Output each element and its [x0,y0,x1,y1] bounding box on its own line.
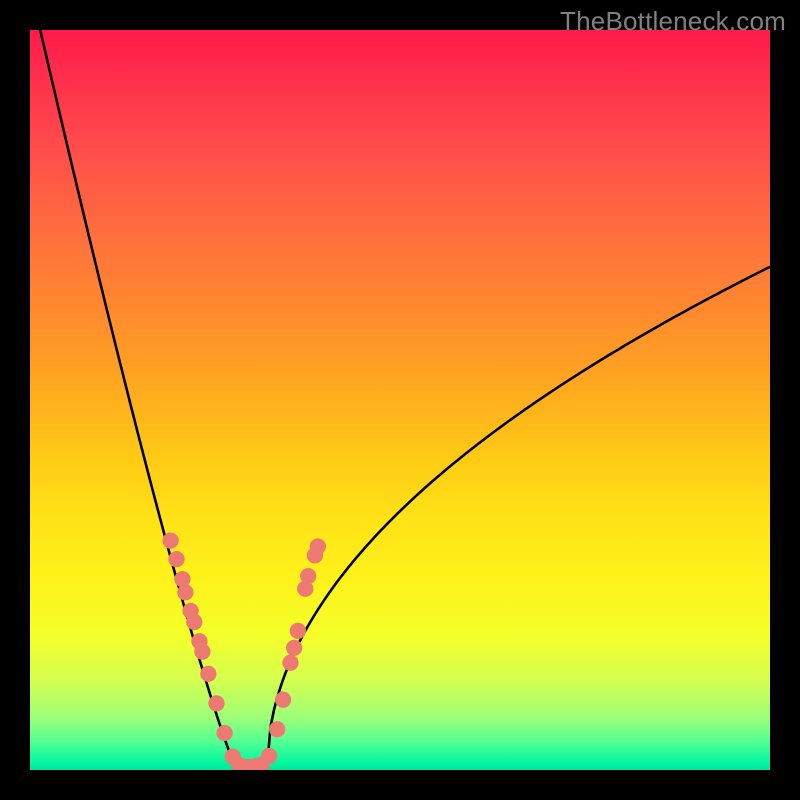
marker-point [282,655,298,671]
bottleneck-curve [30,30,770,770]
marker-point [269,721,285,737]
marker-point [286,640,302,656]
marker-point [290,623,306,639]
marker-point [261,748,277,764]
marker-group [162,532,326,770]
marker-point [300,568,316,584]
marker-point [168,551,184,567]
plot-area [30,30,770,770]
marker-point [194,643,210,659]
marker-point [177,584,193,600]
marker-point [275,692,291,708]
marker-point [216,725,232,741]
marker-point [208,695,224,711]
marker-point [200,666,216,682]
watermark-text: TheBottleneck.com [560,6,786,37]
marker-point [186,614,202,630]
marker-point [162,532,178,548]
chart-frame: TheBottleneck.com [0,0,800,800]
chart-svg [30,30,770,770]
marker-point [310,538,326,554]
